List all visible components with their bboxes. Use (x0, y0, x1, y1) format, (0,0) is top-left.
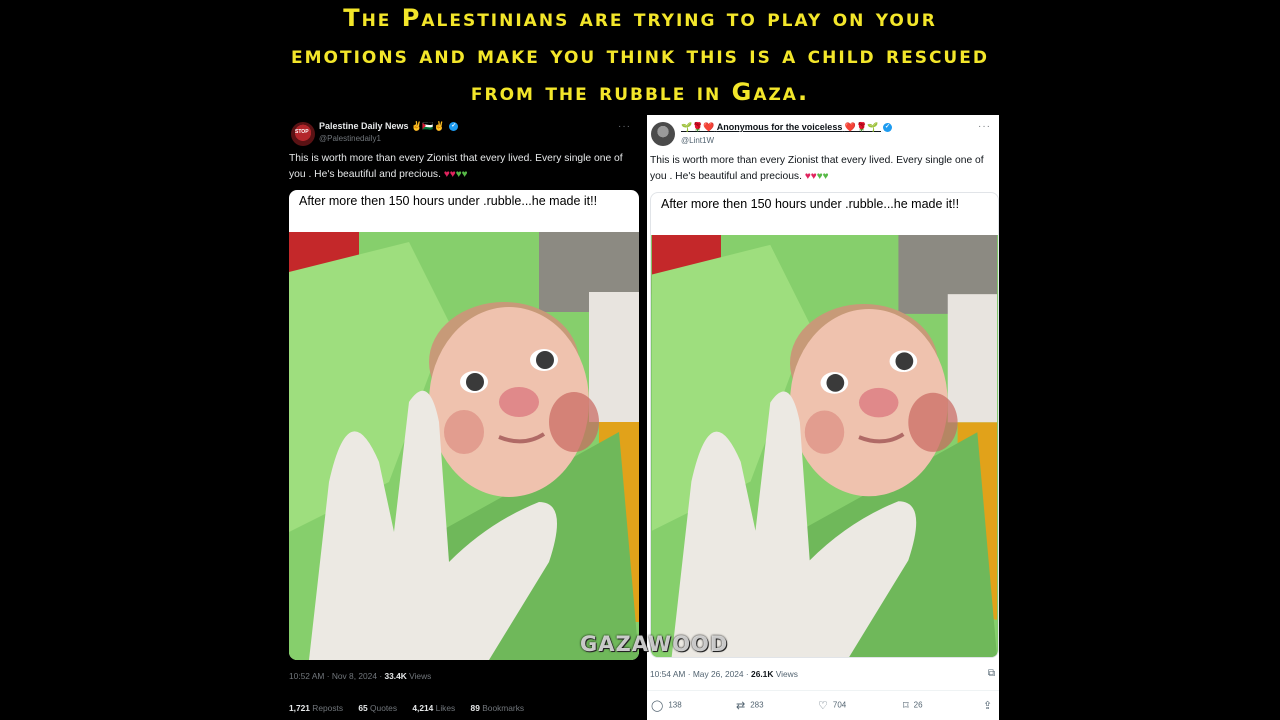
like-icon: ♡ (818, 700, 828, 712)
baby-photo[interactable] (651, 235, 998, 657)
like-count: 704 (832, 700, 847, 710)
verified-badge-icon: ✓ (449, 122, 459, 132)
tweet-header: 🌱🌹❤️ Anonymous for the voiceless ❤️🌹🌱 ✓ … (649, 119, 997, 147)
repost-icon: ⇄ (736, 700, 746, 712)
share-button[interactable]: ⇪ (983, 699, 997, 712)
left-tweet: STOP Palestine Daily News ✌️🇵🇸✌️ ✓ @Pale… (287, 115, 639, 720)
display-name-text[interactable]: Palestine Daily News (319, 121, 409, 131)
reposts-label: Reposts (312, 703, 344, 713)
tweet-meta: 10:54 AM · May 26, 2024 · 26.1K Views (650, 669, 798, 679)
verified-badge-icon: ✓ (882, 123, 892, 133)
display-name[interactable]: 🌱🌹❤️ Anonymous for the voiceless ❤️🌹🌱 ✓ (681, 122, 892, 133)
suffix-emojis: ❤️🌹🌱 (844, 122, 879, 132)
card-caption: After more then 150 hours under .rubble.… (299, 194, 598, 208)
views-count: 33.4K (384, 671, 407, 681)
tweet-meta: 10:52 AM · Nov 8, 2024 · 33.4K Views (289, 671, 431, 681)
tweet-header: STOP Palestine Daily News ✌️🇵🇸✌️ ✓ @Pale… (289, 119, 637, 147)
reply-button[interactable]: ◯ 138 (651, 699, 682, 712)
grok-icon[interactable]: ⧉ (988, 668, 995, 679)
reposts-count: 1,721 (289, 703, 310, 713)
media-card[interactable]: After more then 150 hours under .rubble.… (650, 192, 999, 658)
card-caption: After more then 150 hours under .rubble.… (661, 197, 960, 211)
tweet-text: This is worth more than every Zionist th… (289, 151, 637, 183)
more-icon[interactable]: ··· (618, 121, 631, 132)
timestamp[interactable]: 10:54 AM · May 26, 2024 · (650, 669, 751, 679)
repost-button[interactable]: ⇄ 283 (736, 699, 764, 712)
reply-icon: ◯ (651, 700, 664, 712)
bookmark-icon: ⌑ (903, 700, 909, 712)
reposts-stat[interactable]: 1,721 Reposts (289, 703, 343, 713)
headline: The Palestinians are trying to play on y… (0, 0, 1280, 111)
tweet-text: This is worth more than every Zionist th… (650, 153, 998, 185)
repost-count: 283 (750, 700, 764, 710)
hearts-emoji: ♥♥♥♥ (443, 169, 468, 180)
baby-photo[interactable] (289, 232, 639, 660)
media-card[interactable]: After more then 150 hours under .rubble.… (289, 190, 639, 660)
tweet-stats: 1,721 Reposts 65 Quotes 4,214 Likes 89 B… (289, 703, 537, 713)
name-emojis: ✌️🇵🇸✌️ (411, 121, 445, 131)
avatar-text: STOP (295, 129, 309, 135)
handle[interactable]: @Palestinedaily1 (319, 134, 381, 143)
reply-count: 138 (668, 700, 682, 710)
quotes-label: Quotes (370, 703, 398, 713)
display-name[interactable]: Palestine Daily News ✌️🇵🇸✌️ ✓ (319, 121, 459, 132)
bookmarks-count: 89 (470, 703, 480, 713)
avatar[interactable]: STOP (291, 122, 315, 146)
bookmark-button[interactable]: ⌑ 26 (903, 699, 923, 712)
bookmarks-stat[interactable]: 89 Bookmarks (471, 703, 525, 713)
headline-line-3: from the rubble in Gaza. (470, 78, 810, 106)
watermark: GAZAWOOD (580, 632, 729, 656)
hearts-emoji: ♥♥♥♥ (804, 171, 829, 182)
likes-label: Likes (435, 703, 456, 713)
likes-stat[interactable]: 4,214 Likes (412, 703, 455, 713)
quotes-stat[interactable]: 65 Quotes (358, 703, 397, 713)
prefix-emojis: 🌱🌹❤️ (681, 122, 715, 132)
quotes-count: 65 (358, 703, 368, 713)
avatar[interactable] (651, 122, 675, 146)
more-icon[interactable]: ··· (978, 121, 991, 132)
views-count: 26.1K (751, 669, 774, 679)
share-icon: ⇪ (983, 700, 993, 712)
like-button[interactable]: ♡ 704 (818, 699, 846, 712)
timestamp[interactable]: 10:52 AM · Nov 8, 2024 · (289, 671, 384, 681)
display-name-text[interactable]: Anonymous for the voiceless (717, 122, 843, 132)
views-label: Views (773, 669, 798, 679)
headline-line-1: The Palestinians are trying to play on y… (343, 4, 937, 32)
bookmarks-label: Bookmarks (482, 703, 525, 713)
likes-count: 4,214 (412, 703, 434, 713)
handle[interactable]: @Lint1W (681, 136, 714, 145)
bookmark-count: 26 (913, 700, 923, 710)
headline-line-2: emotions and make you think this is a ch… (291, 41, 989, 69)
views-label: Views (406, 671, 432, 681)
divider (647, 690, 999, 691)
right-tweet: 🌱🌹❤️ Anonymous for the voiceless ❤️🌹🌱 ✓ … (647, 115, 999, 720)
